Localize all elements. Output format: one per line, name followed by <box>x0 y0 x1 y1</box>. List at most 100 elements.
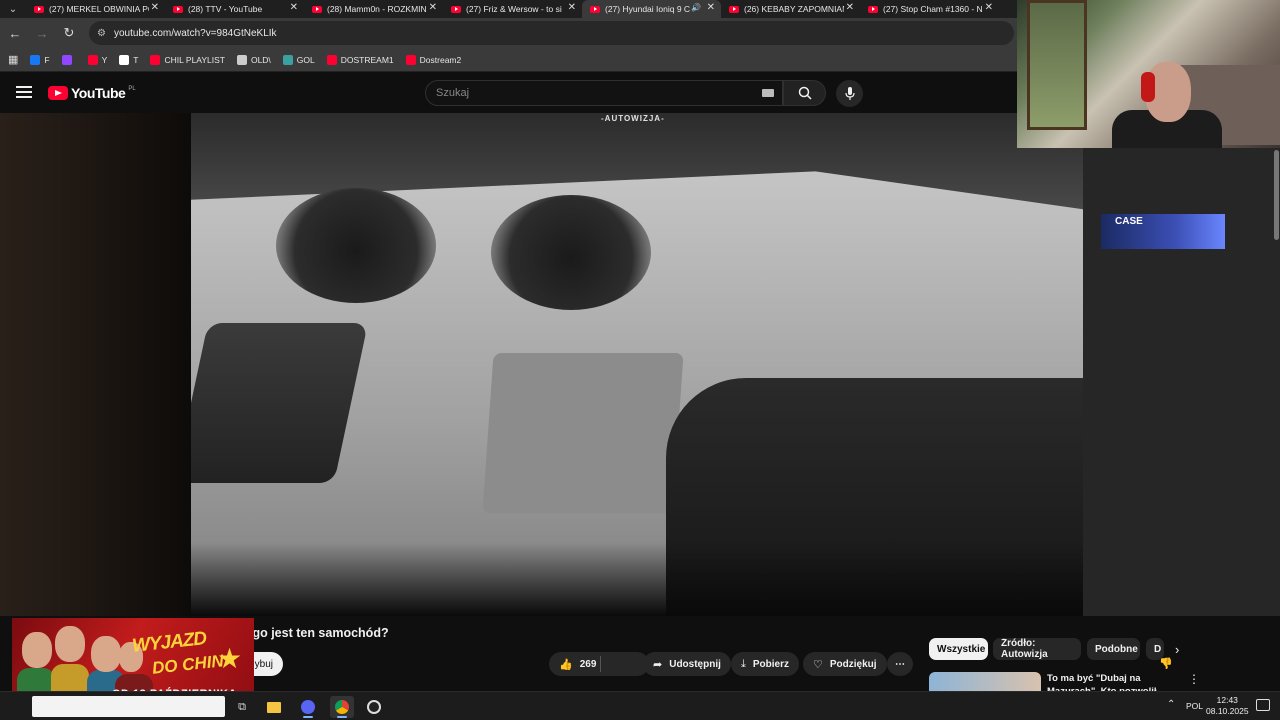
back-button[interactable]: ← <box>3 21 27 45</box>
search-button[interactable] <box>783 80 826 106</box>
url-text: youtube.com/watch?v=984GtNeKLIk <box>113 27 277 39</box>
youtube-play-icon <box>48 86 68 100</box>
promo-person-3-face <box>91 636 121 672</box>
site-info-icon[interactable]: ⚙ <box>97 28 106 39</box>
headphones-icon <box>1141 72 1155 102</box>
bookmark-favicon-icon <box>150 54 161 65</box>
bookmark-label: F <box>44 54 50 65</box>
bookmark-item[interactable]: OLD\ <box>236 54 271 65</box>
discord-icon[interactable] <box>296 696 320 718</box>
sidebar-ad-banner[interactable]: CASE <box>1101 214 1225 249</box>
share-button[interactable]: ➦ Udostępnij <box>643 652 731 676</box>
apps-grid-icon[interactable]: ▦ <box>8 53 18 66</box>
browser-tab[interactable]: (27) Friz & Wersow - to si ✕ <box>443 0 582 18</box>
obs-icon[interactable] <box>362 696 386 718</box>
bookmark-item[interactable]: T <box>119 54 138 65</box>
chrome-icon[interactable] <box>330 696 354 718</box>
bookmark-label: CHIL PLAYLIST <box>164 54 225 65</box>
more-icon: ⋯ <box>895 658 905 670</box>
recommendation-menu-icon[interactable]: ⋮ <box>1188 672 1200 686</box>
bookmark-item[interactable]: CHIL PLAYLIST <box>150 54 225 65</box>
dislike-icon[interactable]: 👎 <box>1159 657 1173 670</box>
menu-icon[interactable] <box>16 86 32 98</box>
file-explorer-icon[interactable] <box>262 696 286 718</box>
search-input[interactable]: Szukaj <box>425 80 783 106</box>
more-actions-button[interactable]: ⋯ <box>887 652 913 676</box>
clock-date: 08.10.2025 <box>1206 706 1249 716</box>
chevron-right-icon[interactable]: › <box>1175 642 1179 657</box>
youtube-logo[interactable]: YouTube PL <box>48 85 136 101</box>
task-view-icon[interactable]: ⧉ <box>230 696 254 718</box>
tab-title: (28) Mamm0n - ROZKMIN <box>327 4 427 14</box>
share-icon: ➦ <box>653 658 663 671</box>
video-frame[interactable]: -AUTOWIZJA- <box>191 113 1083 616</box>
bookmark-item[interactable]: Dostream2 <box>405 54 461 65</box>
like-count[interactable]: 269 <box>580 659 597 670</box>
reload-button[interactable]: ↻ <box>57 21 81 45</box>
close-tab-icon[interactable]: ✕ <box>707 2 715 13</box>
bookmark-item[interactable]: F <box>30 54 50 65</box>
ambient-left <box>0 113 191 616</box>
chip-label: Podobne <box>1095 643 1138 655</box>
star-icon: ★ <box>217 643 243 674</box>
bookmark-item[interactable]: DOSTREAM1 <box>326 54 394 65</box>
forward-button[interactable]: → <box>30 21 54 45</box>
browser-tab[interactable]: (27) MERKEL OBWINIA PO ✕ <box>26 0 165 18</box>
filter-chip[interactable]: Podobne <box>1087 638 1140 660</box>
bookmark-label: Y <box>101 54 108 65</box>
notification-icon[interactable] <box>1256 699 1270 711</box>
language-indicator[interactable]: POL <box>1186 701 1203 711</box>
filter-chip[interactable]: Wszystkie <box>929 638 988 660</box>
cup-holder-right <box>491 195 651 310</box>
voice-search-button[interactable] <box>836 80 863 107</box>
bookmark-favicon-icon <box>326 54 337 65</box>
filter-chip[interactable]: Źródło: Autowizja <box>993 638 1081 660</box>
download-icon: ⤓ <box>741 657 746 670</box>
close-tab-icon[interactable]: ✕ <box>846 2 854 13</box>
clock[interactable]: 12:43 08.10.2025 <box>1206 695 1249 717</box>
tabs-container: (27) MERKEL OBWINIA PO ✕ (28) TTV - YouTub… <box>26 0 999 18</box>
download-button[interactable]: ⤓ Pobierz <box>731 652 799 676</box>
speaker-icon[interactable]: 🔊 <box>691 3 701 12</box>
youtube-logo-text: YouTube <box>71 85 126 101</box>
close-tab-icon[interactable]: ✕ <box>151 2 159 13</box>
bookmark-favicon-icon <box>236 54 247 65</box>
close-tab-icon[interactable]: ✕ <box>985 2 993 13</box>
taskbar-search-box[interactable] <box>32 696 225 717</box>
recommendation-thumbnail[interactable] <box>929 672 1041 692</box>
keyboard-icon[interactable] <box>762 89 774 97</box>
tab-title: (27) Stop Cham #1360 - N <box>883 4 983 14</box>
thanks-button[interactable]: ♡ Podziękuj <box>803 652 887 676</box>
close-tab-icon[interactable]: ✕ <box>429 2 437 13</box>
youtube-favicon-icon <box>173 5 183 13</box>
subscribe-label: ybuj <box>254 658 273 670</box>
bookmark-item[interactable]: Y <box>87 54 108 65</box>
browser-tab[interactable]: (28) Mamm0n - ROZKMIN ✕ <box>304 0 443 18</box>
chip-label: Źródło: Autowizja <box>1001 638 1048 660</box>
search-icon <box>798 86 812 100</box>
cup-holder-left <box>276 188 436 303</box>
tab-search-button[interactable]: ⌄ <box>0 0 26 18</box>
browser-tab[interactable]: (27) Stop Cham #1360 - N ✕ <box>860 0 999 18</box>
youtube-header: YouTube PL Szukaj <box>0 73 1017 113</box>
bookmark-label: DOSTREAM1 <box>340 54 394 65</box>
browser-tab[interactable]: (27) Hyundai Ioniq 9 C 🔊 ✕ <box>582 0 721 18</box>
recommendation-title[interactable]: To ma być "Dubaj na Mazurach". Kto pozwo… <box>1047 672 1167 692</box>
youtube-favicon-icon <box>729 5 739 13</box>
video-player[interactable]: -AUTOWIZJA- <box>0 113 1083 616</box>
chevron-up-icon[interactable]: ⌃ <box>1167 699 1175 710</box>
close-tab-icon[interactable]: ✕ <box>568 2 576 13</box>
bookmark-item[interactable] <box>61 54 76 65</box>
share-label: Udostępnij <box>669 658 721 670</box>
bookmark-favicon-icon <box>30 54 41 65</box>
like-icon[interactable]: 👍 <box>559 658 573 671</box>
browser-tab[interactable]: (26) KEBABY ZAPOMNIAN ✕ <box>721 0 860 18</box>
browser-tab[interactable]: (28) TTV - YouTube ✕ <box>165 0 304 18</box>
webcam-overlay <box>1017 0 1280 148</box>
close-tab-icon[interactable]: ✕ <box>290 2 298 13</box>
page-scrollbar[interactable] <box>1274 150 1279 240</box>
filter-chip[interactable]: D <box>1146 638 1164 660</box>
download-label: Pobierz <box>752 658 789 670</box>
bookmark-item[interactable]: GOL <box>282 54 315 65</box>
address-bar[interactable]: ⚙ youtube.com/watch?v=984GtNeKLIk <box>89 21 1014 45</box>
